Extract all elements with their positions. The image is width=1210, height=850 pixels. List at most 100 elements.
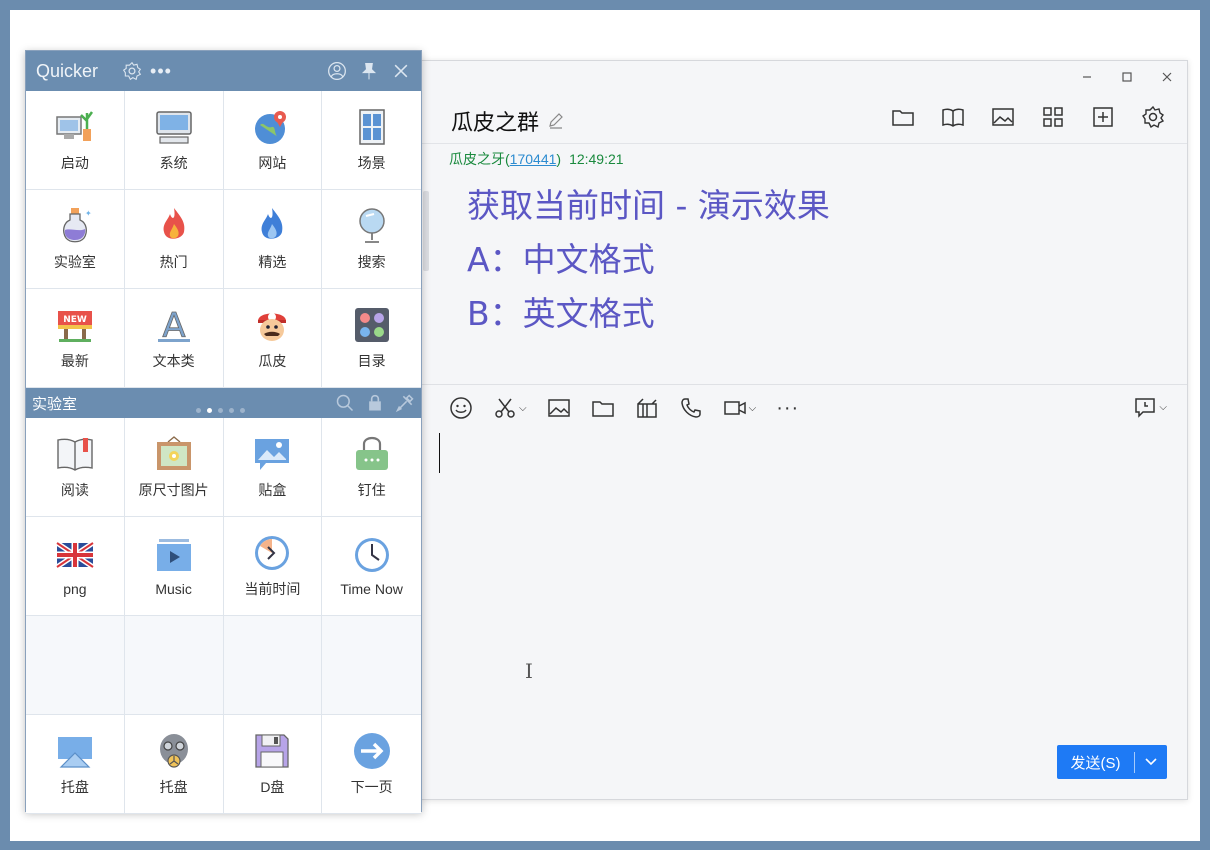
empty-slot[interactable]	[223, 616, 323, 715]
action-启动[interactable]: 启动	[26, 91, 125, 190]
more-icon: ···	[776, 396, 800, 419]
action-阅读[interactable]: 阅读	[26, 418, 125, 517]
tools-icon[interactable]	[395, 393, 415, 413]
action-文本类[interactable]: A 文本类	[124, 289, 224, 388]
history-button[interactable]: ⌵	[1133, 395, 1167, 419]
uk-flag-icon	[55, 540, 95, 570]
action-label: D盘	[260, 779, 285, 795]
message-meta: 瓜皮之牙(170441) 12:49:21	[449, 151, 624, 167]
action-瓜皮[interactable]: 瓜皮	[223, 289, 323, 388]
action-搜索[interactable]: 搜索	[322, 190, 421, 289]
more-icon[interactable]: •••	[150, 61, 172, 82]
arrow-right-circle-icon	[353, 733, 390, 769]
minimize-icon[interactable]	[1077, 67, 1097, 87]
video-button[interactable]: ⌵	[723, 395, 757, 421]
action-原尺寸图片[interactable]: 原尺寸图片	[124, 418, 224, 517]
message-scrollbar[interactable]	[423, 191, 429, 271]
action-网站[interactable]: 网站	[223, 91, 323, 190]
edit-icon[interactable]	[547, 112, 565, 130]
gear-icon[interactable]	[122, 61, 142, 81]
quicker-brand: Quicker	[36, 60, 99, 81]
chat-title: 瓜皮之群	[451, 105, 565, 137]
action-目录[interactable]: 目录	[322, 289, 421, 388]
user-icon[interactable]	[327, 61, 347, 81]
chevron-down-icon[interactable]: ⌵	[749, 403, 757, 414]
chevron-down-icon[interactable]: ⌵	[1159, 402, 1167, 413]
video-icon	[723, 401, 746, 415]
message-line-2: A：中文格式	[467, 240, 655, 279]
action-Time-Now[interactable]: Time Now	[322, 517, 421, 616]
action-下一页[interactable]: 下一页	[322, 715, 421, 814]
empty-slot[interactable]	[124, 616, 224, 715]
quicker-top-grid: 启动 系统 网站 场景 ✦ 实验室 热门 精选 搜索 NEW 最新 A 文本类 …	[26, 91, 421, 388]
lock-bag-icon	[355, 436, 388, 470]
image-icon[interactable]	[991, 105, 1015, 129]
gift-button[interactable]	[635, 395, 659, 421]
action-托盘-2[interactable]: 托盘	[124, 715, 224, 814]
blue-flame-icon	[261, 208, 283, 239]
image-bubble-icon	[255, 439, 290, 470]
screenshot-button[interactable]: ⌵	[493, 395, 527, 421]
book-icon[interactable]	[941, 105, 965, 129]
settings-icon[interactable]	[1141, 105, 1165, 129]
action-精选[interactable]: 精选	[223, 190, 323, 289]
file-button[interactable]	[591, 395, 615, 421]
action-label: 最新	[60, 353, 89, 369]
emoji-icon	[450, 397, 472, 419]
send-button[interactable]: 发送(S)	[1057, 745, 1167, 779]
mario-icon	[258, 313, 287, 341]
gift-icon	[636, 398, 657, 418]
emoji-button[interactable]	[449, 395, 473, 421]
folder-icon[interactable]	[891, 105, 915, 129]
action-实验室[interactable]: ✦ 实验室	[26, 190, 125, 289]
close-icon[interactable]	[1157, 67, 1177, 87]
input-divider	[421, 384, 1187, 385]
call-button[interactable]	[679, 395, 703, 421]
action-Music[interactable]: Music	[124, 517, 224, 616]
page-indicator[interactable]	[196, 408, 245, 413]
action-label: 下一页	[350, 779, 393, 795]
action-label: 托盘	[60, 779, 89, 795]
action-D盘[interactable]: D盘	[223, 715, 323, 814]
image-button[interactable]	[547, 395, 571, 421]
add-box-icon[interactable]	[1091, 105, 1115, 129]
text-input-caret[interactable]	[439, 433, 440, 473]
sender-name[interactable]: 瓜皮之牙	[449, 151, 505, 167]
action-label: png	[63, 581, 87, 597]
action-label: 精选	[258, 254, 287, 270]
empty-slot[interactable]	[322, 616, 421, 715]
window-icon	[358, 109, 385, 145]
action-label: 贴盒	[258, 482, 287, 498]
chevron-down-icon[interactable]	[1135, 758, 1167, 766]
action-label: 热门	[159, 254, 188, 270]
action-托盘[interactable]: 托盘	[26, 715, 125, 814]
action-热门[interactable]: 热门	[124, 190, 224, 289]
action-label: Time Now	[340, 581, 403, 597]
apps-grid-icon[interactable]	[1041, 105, 1065, 129]
action-贴盒[interactable]: 贴盒	[223, 418, 323, 517]
action-label: 搜索	[357, 254, 386, 270]
video-play-icon	[156, 539, 191, 571]
action-当前时间[interactable]: 当前时间	[223, 517, 323, 616]
computer-plant-icon	[56, 111, 93, 141]
action-钉住[interactable]: 钉住	[322, 418, 421, 517]
pin-icon[interactable]	[359, 61, 379, 81]
action-系统[interactable]: 系统	[124, 91, 224, 190]
send-label: 发送(S)	[1057, 751, 1135, 773]
search-icon[interactable]	[335, 393, 355, 413]
action-png[interactable]: png	[26, 517, 125, 616]
lock-icon[interactable]	[365, 393, 385, 413]
maximize-icon[interactable]	[1117, 67, 1137, 87]
close-icon[interactable]	[391, 61, 411, 81]
sender-id[interactable]: 170441	[510, 151, 557, 167]
action-label: 启动	[60, 155, 89, 171]
chevron-down-icon[interactable]: ⌵	[519, 403, 527, 414]
action-场景[interactable]: 场景	[322, 91, 421, 190]
action-label: Music	[155, 581, 192, 597]
empty-slot[interactable]	[26, 616, 125, 715]
message-time: 12:49:21	[569, 151, 624, 167]
chat-toolbar	[891, 105, 1165, 129]
svg-text:NEW: NEW	[63, 315, 87, 325]
action-最新[interactable]: NEW 最新	[26, 289, 125, 388]
more-button[interactable]: ···	[776, 395, 799, 421]
